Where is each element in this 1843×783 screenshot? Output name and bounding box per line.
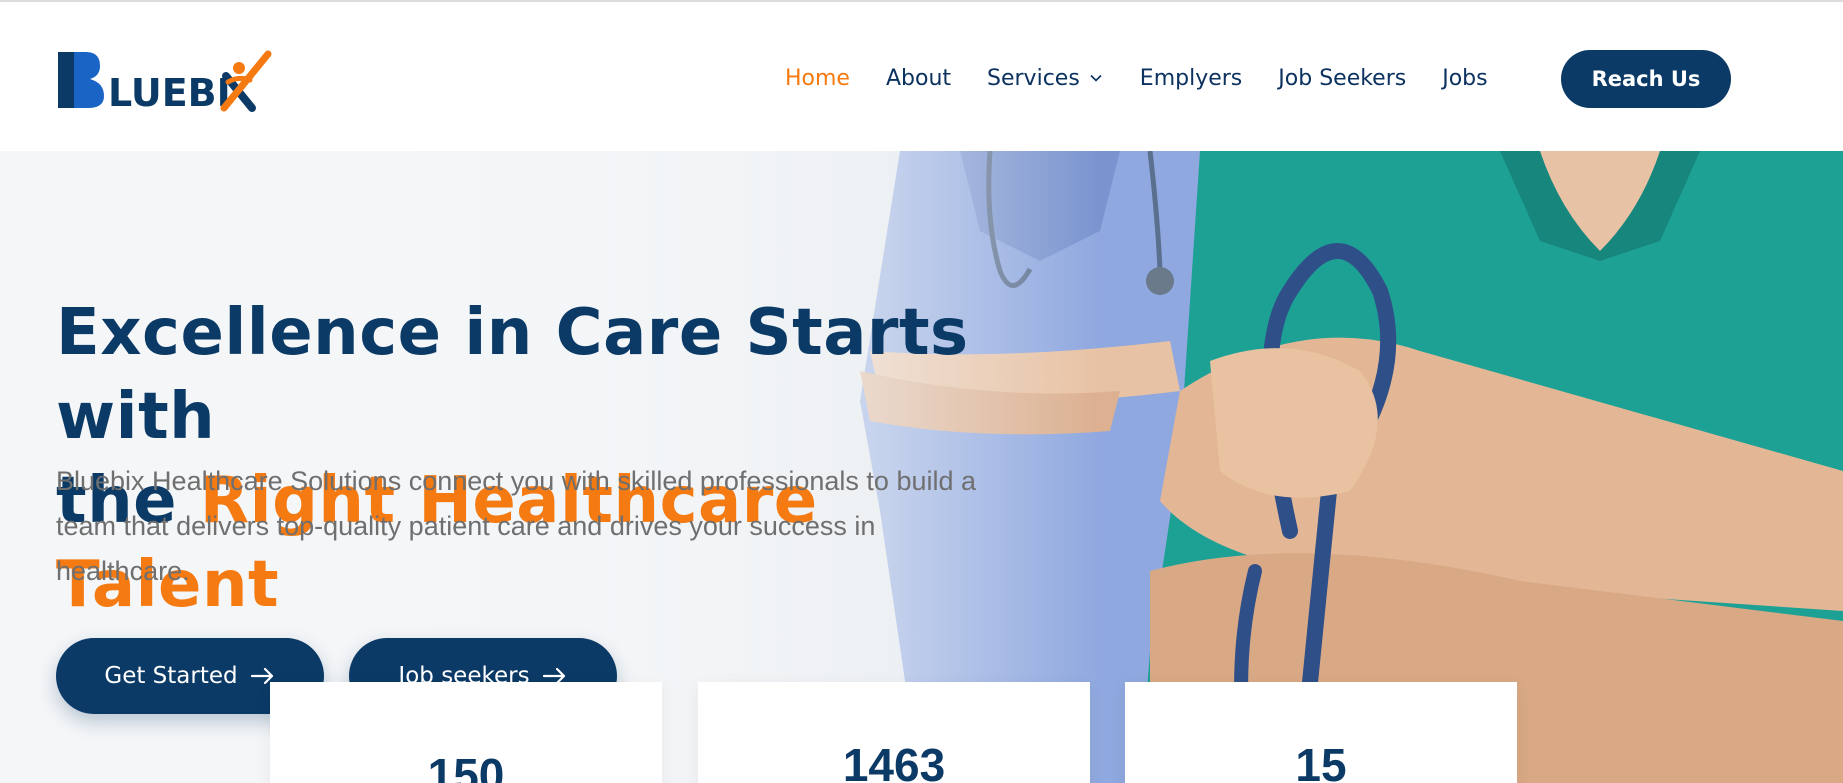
- site-header: LUEBI Home About Services Emplyers Job S…: [0, 2, 1843, 151]
- stat-value: 150: [427, 749, 505, 783]
- stat-value: 1463: [842, 739, 946, 783]
- nav-services[interactable]: Services: [987, 66, 1104, 91]
- nav-job-seekers[interactable]: Job Seekers: [1278, 66, 1406, 91]
- headline-line1: Excellence in Care Starts with: [56, 296, 969, 454]
- hero-section: Excellence in Care Starts with the Right…: [0, 151, 1843, 783]
- nav-employers[interactable]: Emplyers: [1140, 66, 1242, 91]
- svg-text:LUEBI: LUEBI: [108, 71, 231, 112]
- stat-card: 1463: [698, 682, 1090, 783]
- nav-jobs[interactable]: Jobs: [1442, 66, 1487, 91]
- main-nav: Home About Services Emplyers Job Seekers…: [785, 60, 1524, 96]
- stat-card: 15: [1125, 682, 1517, 783]
- nav-home[interactable]: Home: [785, 66, 850, 91]
- nav-about[interactable]: About: [886, 66, 951, 91]
- nav-services-label: Services: [987, 65, 1080, 91]
- reach-us-button[interactable]: Reach Us: [1561, 50, 1731, 108]
- get-started-label: Get Started: [104, 663, 238, 689]
- bluebix-logo[interactable]: LUEBI: [56, 50, 276, 115]
- chevron-down-icon: [1090, 74, 1102, 82]
- page: LUEBI Home About Services Emplyers Job S…: [0, 0, 1843, 783]
- hero-subtext: Bluebix Healthcare Solutions connect you…: [56, 466, 977, 586]
- stat-card: 150: [270, 682, 662, 783]
- stat-value: 15: [1295, 739, 1347, 783]
